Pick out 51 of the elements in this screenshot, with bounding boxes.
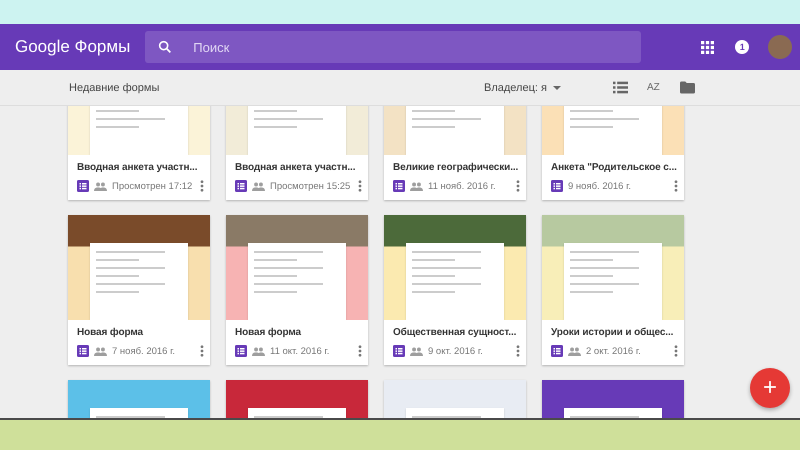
form-date: Просмотрен 15:25 (270, 180, 350, 192)
form-date: 11 окт. 2016 г. (270, 346, 330, 356)
add-button[interactable]: + (750, 368, 790, 408)
form-date: 9 окт. 2016 г. (428, 346, 483, 356)
form-icon (235, 180, 247, 192)
form-card[interactable]: Уроки истории и общес... 2 окт. 2016 г. (542, 215, 684, 365)
form-title: Новая форма (235, 326, 302, 340)
form-card[interactable]: Вводная анкета участн... Просмотрен 17:12 (68, 106, 210, 200)
form-date: 7 нояб. 2016 г. (112, 346, 176, 356)
people-icon (252, 346, 265, 356)
form-card[interactable]: Вводная анкета участн... Просмотрен 15:25 (226, 106, 368, 200)
form-icon (235, 345, 247, 357)
form-icon (77, 345, 89, 357)
sort-button[interactable]: AZ (646, 82, 660, 93)
list-view-icon[interactable] (612, 81, 628, 94)
form-title: Общественная сущност... (393, 326, 518, 340)
notification-count[interactable]: 1 (735, 40, 750, 54)
folder-icon[interactable] (680, 81, 695, 94)
section-title: Недавние формы (69, 82, 160, 94)
form-icon (551, 180, 563, 192)
form-card[interactable]: Великие географически... 11 нояб. 2016 г. (384, 106, 526, 200)
form-icon (393, 180, 405, 192)
people-icon (94, 346, 107, 356)
form-title: Новая форма (77, 326, 144, 340)
search-icon (157, 39, 174, 55)
form-date: 11 нояб. 2016 г. (428, 180, 496, 192)
people-icon (252, 182, 265, 190)
form-date: Просмотрен 17:12 (112, 180, 192, 192)
people-icon (94, 182, 107, 190)
form-icon (393, 345, 405, 357)
form-date: 9 нояб. 2016 г. (568, 180, 632, 192)
form-title: Уроки истории и общес... (551, 326, 674, 340)
form-card[interactable]: Анкета "Родительское с... 9 нояб. 2016 г. (542, 106, 684, 200)
form-icon (551, 345, 563, 357)
form-title: Великие географически... (393, 161, 520, 175)
form-card[interactable]: Новая форма 7 нояб. 2016 г. (68, 215, 210, 365)
form-title: Анкета "Родительское с... (551, 161, 678, 175)
app-logo[interactable]: Google Формы (15, 36, 130, 58)
search-field[interactable]: Поиск (145, 31, 642, 63)
form-title: Вводная анкета участн... (77, 161, 198, 175)
apps-grid-icon[interactable] (701, 40, 714, 54)
form-card[interactable]: Общественная сущност... 9 окт. 2016 г. (384, 215, 526, 365)
form-title: Вводная анкета участн... (235, 161, 356, 175)
form-icon (77, 180, 89, 192)
form-date: 2 окт. 2016 г. (586, 346, 641, 356)
owner-filter[interactable]: Владелец: я (484, 82, 561, 94)
form-card[interactable]: Новая форма 11 окт. 2016 г. (226, 215, 368, 365)
people-icon (410, 346, 423, 356)
people-icon (410, 182, 423, 190)
caret-icon (552, 86, 561, 90)
people-icon (568, 346, 581, 356)
